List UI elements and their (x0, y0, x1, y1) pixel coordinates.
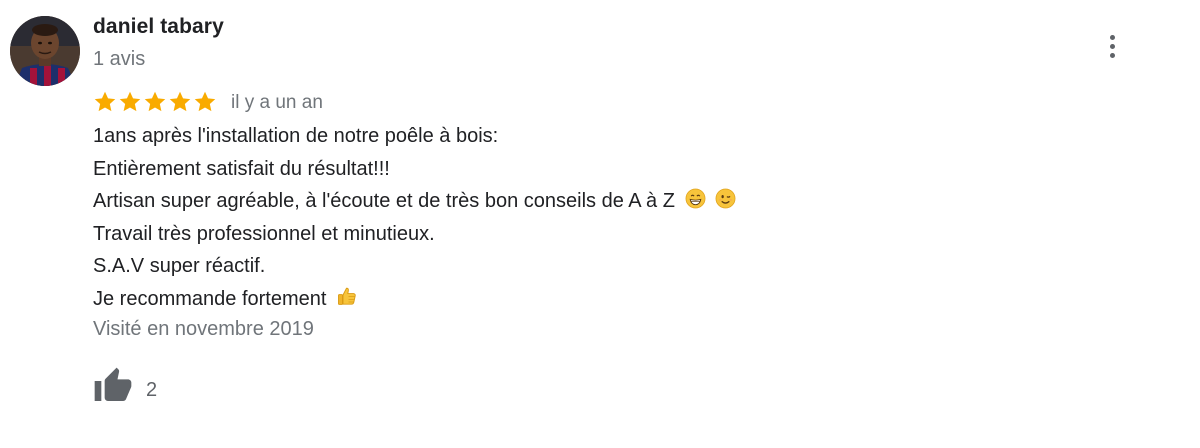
review-line: Travail très professionnel et minutieux. (93, 218, 736, 251)
thumbs-up-icon (336, 285, 358, 307)
star-rating (93, 90, 217, 114)
star-icon (168, 90, 192, 114)
star-icon (143, 90, 167, 114)
more-vertical-icon (1109, 34, 1115, 40)
review-line: S.A.V super réactif. (93, 250, 736, 283)
winking-face-icon (715, 188, 736, 209)
review-line: Entièrement satisfait du résultat!!! (93, 153, 736, 186)
star-icon (93, 90, 117, 114)
review-line-text: S.A.V super réactif. (93, 255, 266, 277)
rating-row: il y a un an (93, 89, 323, 115)
review-line-text: Entièrement satisfait du résultat!!! (93, 157, 390, 180)
review-line: Je recommande fortement (93, 283, 736, 316)
more-vertical-icon (1109, 52, 1115, 58)
review-line-text: Travail très professionnel et minutieux. (93, 222, 435, 245)
review-line-text: Artisan super agréable, à l'écoute et de… (93, 190, 675, 212)
reviewer-review-count[interactable]: 1 avis (93, 48, 145, 71)
review-time-ago: il y a un an (231, 92, 323, 113)
like-button[interactable]: 2 (93, 366, 157, 411)
review-line-text: Je recommande fortement (93, 287, 327, 310)
review-text: 1ans après l'installation de notre poêle… (93, 120, 736, 315)
review-line-text: 1ans après l'installation de notre poêle… (93, 125, 499, 147)
avatar[interactable] (10, 16, 80, 86)
grinning-face-icon (685, 188, 706, 209)
avatar-photo (10, 16, 80, 86)
review-line: 1ans après l'installation de notre poêle… (93, 120, 736, 153)
star-icon (118, 90, 142, 114)
more-vertical-icon (1109, 43, 1115, 49)
visit-date: Visité en novembre 2019 (93, 318, 314, 340)
star-icon (193, 90, 217, 114)
reviewer-name[interactable]: daniel tabary (93, 15, 224, 39)
like-count: 2 (146, 379, 158, 401)
more-options-button[interactable] (1098, 28, 1126, 64)
review-line: Artisan super agréable, à l'écoute et de… (93, 185, 736, 218)
thumb-up-icon[interactable] (93, 366, 133, 411)
